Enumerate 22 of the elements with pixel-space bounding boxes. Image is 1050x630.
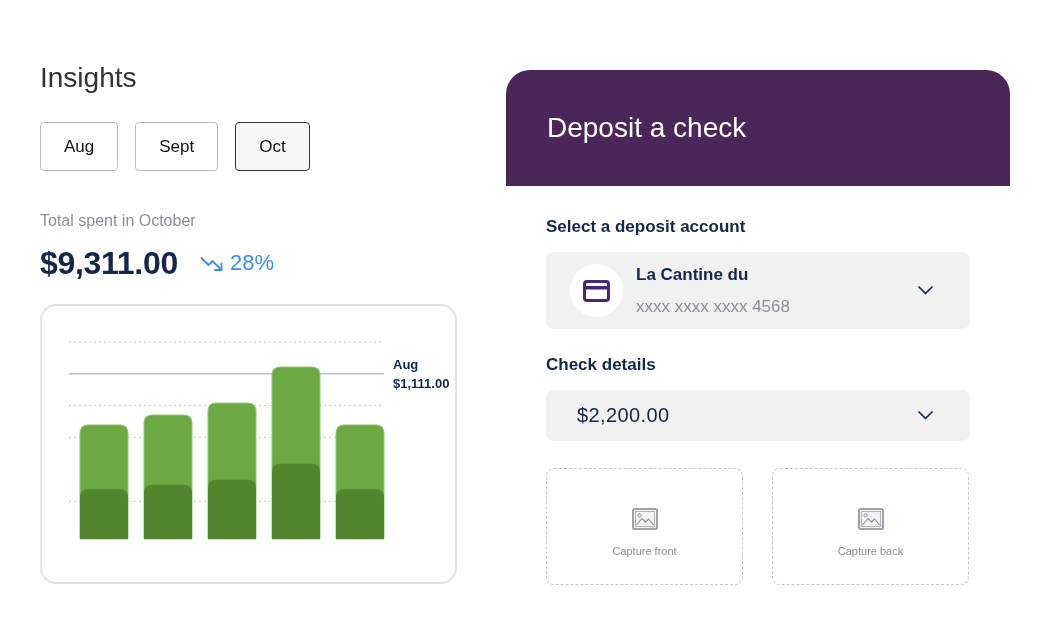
account-name: La Cantine du bbox=[636, 264, 749, 286]
panel-title: Deposit a check bbox=[547, 111, 747, 145]
chevron-down-icon bbox=[918, 411, 933, 420]
field-label: Select a deposit account bbox=[546, 216, 746, 238]
image-icon bbox=[631, 508, 658, 530]
field-label: Check details bbox=[546, 354, 656, 376]
account-number: xxxx xxxx xxxx 4568 bbox=[636, 297, 790, 317]
account-select[interactable]: La Cantine du xxxx xxxx xxxx 4568 bbox=[546, 252, 970, 329]
section-title: Insights bbox=[40, 61, 137, 95]
total-label: Total spent in October bbox=[40, 211, 196, 230]
month-tab[interactable]: Aug bbox=[40, 122, 119, 171]
total-amount: $9,311.00 bbox=[40, 244, 178, 283]
trend-down-icon bbox=[199, 254, 224, 272]
callout-label: Aug bbox=[393, 356, 419, 372]
month-tab[interactable]: Oct bbox=[235, 122, 310, 171]
amount-select[interactable]: $2,200.00 bbox=[546, 390, 970, 441]
callout-amount: $1,111.00 bbox=[393, 375, 450, 391]
chevron-down-icon bbox=[918, 286, 933, 295]
month-tab[interactable]: Sept bbox=[135, 122, 219, 171]
change-percent: 28% bbox=[229, 250, 274, 276]
image-icon bbox=[857, 508, 884, 530]
card-icon bbox=[570, 264, 623, 317]
